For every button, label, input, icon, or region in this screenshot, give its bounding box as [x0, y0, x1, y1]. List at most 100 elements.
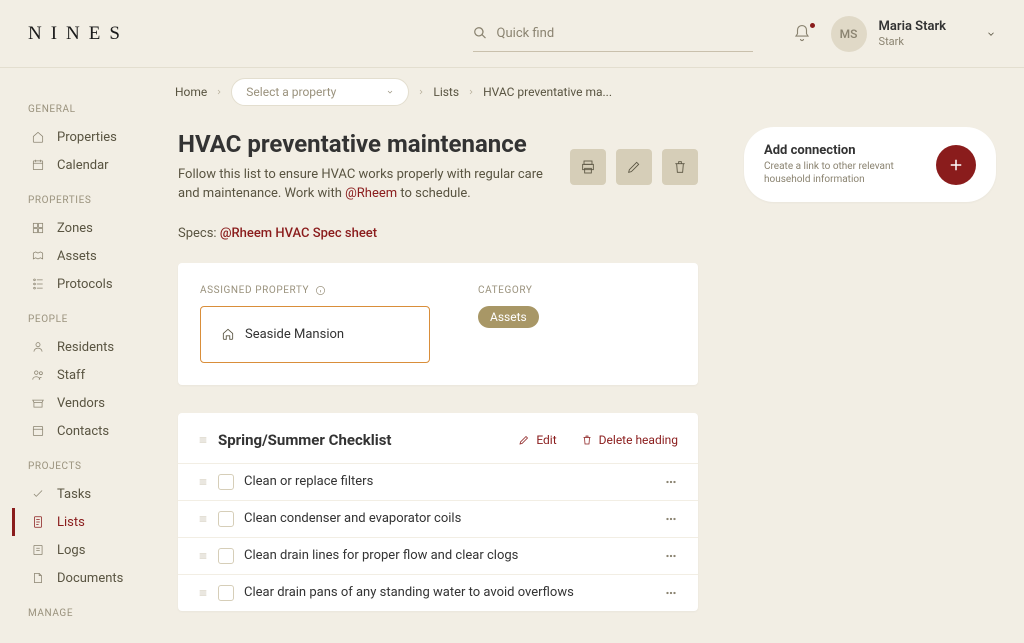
- drag-handle-icon[interactable]: [198, 514, 208, 524]
- pencil-icon: [626, 159, 642, 175]
- user-menu[interactable]: MS Maria Stark Stark: [831, 16, 996, 52]
- checkbox[interactable]: [218, 474, 234, 490]
- more-icon[interactable]: [664, 549, 678, 563]
- sidebar-item-label: Logs: [57, 543, 85, 558]
- avatar: MS: [831, 16, 867, 52]
- checklist-item: Clean condenser and evaporator coils: [178, 500, 698, 537]
- documents-icon: [31, 571, 45, 585]
- sidebar-item-calendar[interactable]: Calendar: [12, 151, 160, 179]
- sidebar-item-label: Contacts: [57, 424, 109, 439]
- properties-icon: [31, 130, 45, 144]
- checkbox[interactable]: [218, 511, 234, 527]
- page-description: Follow this list to ensure HVAC works pr…: [178, 166, 558, 204]
- zones-icon: [31, 221, 45, 235]
- search-placeholder: Quick find: [497, 26, 555, 41]
- sidebar-item-label: Zones: [57, 221, 93, 236]
- delete-heading-button[interactable]: Delete heading: [581, 433, 678, 447]
- checklist-item: Clear drain pans of any standing water t…: [178, 574, 698, 611]
- sidebar-item-label: Assets: [57, 249, 97, 264]
- sidebar-item-label: Calendar: [57, 158, 109, 173]
- property-selector[interactable]: Select a property: [231, 78, 409, 106]
- checklist-item: Clean drain lines for proper flow and cl…: [178, 537, 698, 574]
- sidebar-item-label: Lists: [57, 515, 85, 530]
- sidebar-item-label: Staff: [57, 368, 85, 383]
- checkbox[interactable]: [218, 548, 234, 564]
- protocols-icon: [31, 277, 45, 291]
- bell-icon: [793, 24, 811, 42]
- sidebar-item-tasks[interactable]: Tasks: [12, 480, 160, 508]
- chevron-right-icon: [417, 88, 425, 96]
- checklist-item-label: Clear drain pans of any standing water t…: [244, 585, 654, 600]
- page-header: HVAC preventative maintenance Follow thi…: [160, 115, 716, 263]
- add-connection-subtitle: Create a link to other relevant househol…: [764, 160, 922, 186]
- sidebar-item-logs[interactable]: Logs: [12, 536, 160, 564]
- delete-button[interactable]: [662, 149, 698, 185]
- sidebar-item-assets[interactable]: Assets: [12, 242, 160, 270]
- checkbox[interactable]: [218, 585, 234, 601]
- drag-handle-icon[interactable]: [198, 551, 208, 561]
- sidebar-item-lists[interactable]: Lists: [12, 508, 160, 536]
- top-header: NINES Quick find MS Maria Stark Stark: [0, 0, 1024, 68]
- sidebar-item-vendors[interactable]: Vendors: [12, 389, 160, 417]
- drag-handle-icon[interactable]: [198, 435, 208, 445]
- print-icon: [580, 159, 596, 175]
- sidebar-item-label: Properties: [57, 130, 117, 145]
- sidebar-item-staff[interactable]: Staff: [12, 361, 160, 389]
- notification-dot: [810, 23, 815, 28]
- edit-button[interactable]: [616, 149, 652, 185]
- assets-icon: [31, 249, 45, 263]
- notification-bell[interactable]: [793, 24, 813, 44]
- add-connection-button[interactable]: [936, 145, 976, 185]
- property-selector-label: Select a property: [246, 85, 336, 99]
- logs-icon: [31, 543, 45, 557]
- drag-handle-icon[interactable]: [198, 588, 208, 598]
- drag-handle-icon[interactable]: [198, 477, 208, 487]
- checklist-heading: Spring/Summer Checklist: [218, 431, 494, 449]
- sidebar-item-protocols[interactable]: Protocols: [12, 270, 160, 298]
- search-input[interactable]: Quick find: [473, 16, 753, 52]
- checklist-item-label: Clean or replace filters: [244, 474, 654, 489]
- sidebar-item-label: Protocols: [57, 277, 113, 292]
- breadcrumb-home[interactable]: Home: [175, 85, 207, 99]
- add-connection-title: Add connection: [764, 143, 922, 158]
- staff-icon: [31, 368, 45, 382]
- category-label: CATEGORY: [478, 285, 539, 296]
- sidebar-group-label: MANAGE: [28, 608, 160, 619]
- assigned-property-box[interactable]: Seaside Mansion: [200, 306, 430, 363]
- sidebar-group-label: GENERAL: [28, 104, 160, 115]
- assigned-property-value: Seaside Mansion: [245, 327, 344, 342]
- search-icon: [473, 26, 487, 40]
- home-icon: [221, 327, 235, 341]
- sidebar-item-label: Tasks: [57, 487, 91, 502]
- more-icon[interactable]: [664, 475, 678, 489]
- edit-heading-button[interactable]: Edit: [518, 433, 556, 447]
- sidebar-item-residents[interactable]: Residents: [12, 333, 160, 361]
- breadcrumb-lists[interactable]: Lists: [433, 85, 459, 99]
- sidebar-item-contacts[interactable]: Contacts: [12, 417, 160, 445]
- info-icon[interactable]: [315, 285, 326, 296]
- category-pill[interactable]: Assets: [478, 306, 539, 328]
- breadcrumb-current: HVAC preventative ma...: [483, 85, 612, 99]
- sidebar-item-zones[interactable]: Zones: [12, 214, 160, 242]
- contacts-icon: [31, 424, 45, 438]
- mention-link[interactable]: @Rheem: [345, 186, 397, 201]
- print-button[interactable]: [570, 149, 606, 185]
- plus-icon: [947, 156, 965, 174]
- chevron-down-icon: [386, 88, 394, 96]
- user-name: Maria Stark: [879, 19, 946, 35]
- spec-link[interactable]: @Rheem HVAC Spec sheet: [220, 226, 377, 241]
- chevron-right-icon: [215, 88, 223, 96]
- sidebar-group-label: PROJECTS: [28, 461, 160, 472]
- lists-icon: [31, 515, 45, 529]
- trash-icon: [581, 434, 593, 446]
- checklist-card: Spring/Summer Checklist Edit Delete head…: [178, 413, 698, 611]
- more-icon[interactable]: [664, 586, 678, 600]
- sidebar-item-documents[interactable]: Documents: [12, 564, 160, 592]
- sidebar-item-label: Residents: [57, 340, 114, 355]
- assigned-property-label: ASSIGNED PROPERTY: [200, 285, 430, 296]
- residents-icon: [31, 340, 45, 354]
- sidebar-item-properties[interactable]: Properties: [12, 123, 160, 151]
- breadcrumb: Home Select a property Lists HVAC preven…: [160, 68, 1024, 115]
- sidebar-item-label: Documents: [57, 571, 123, 586]
- more-icon[interactable]: [664, 512, 678, 526]
